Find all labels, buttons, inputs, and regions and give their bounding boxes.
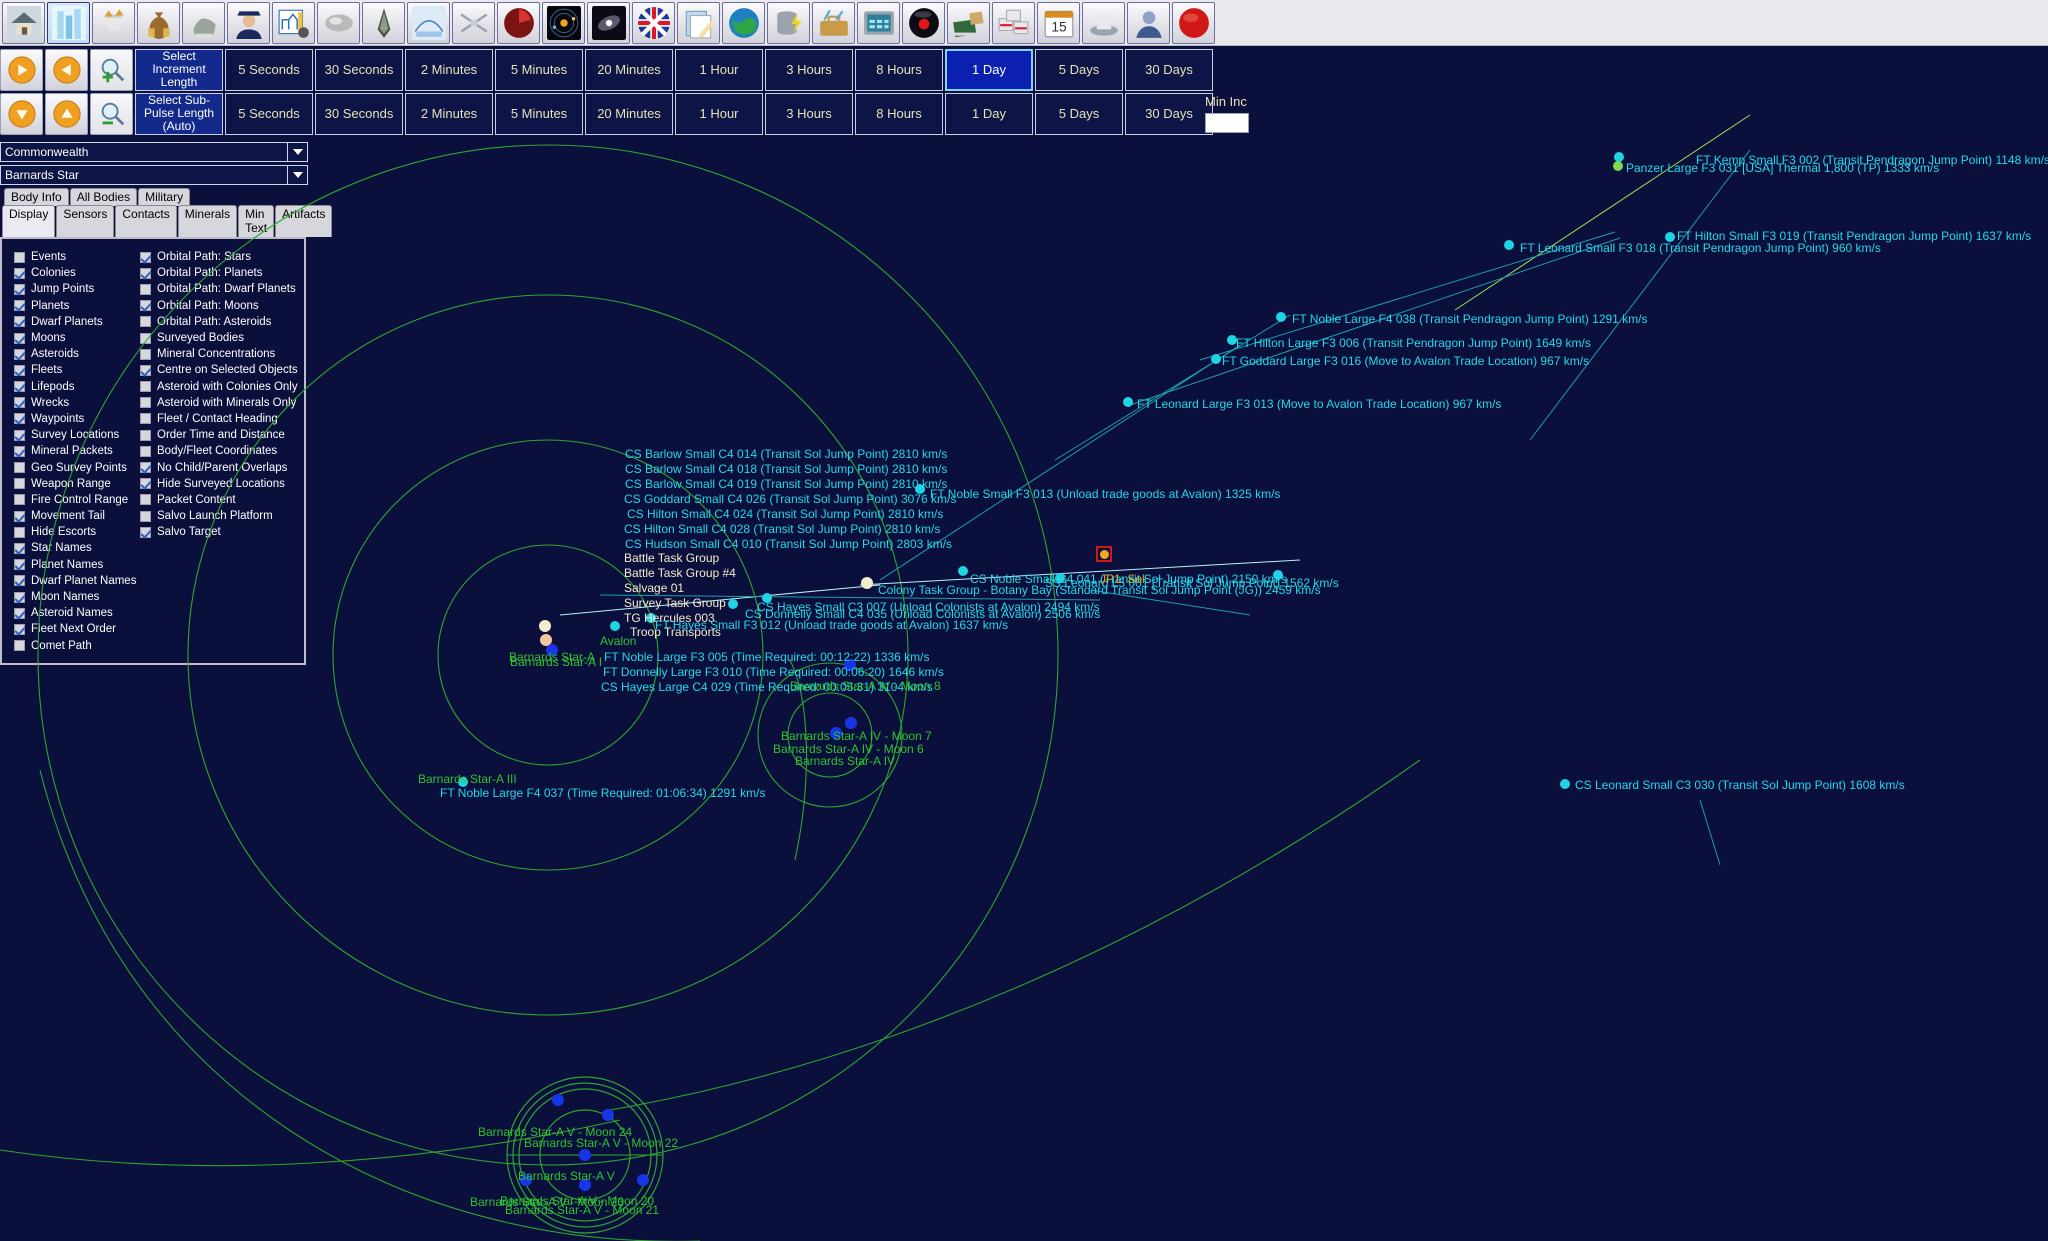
map-body-label[interactable]: Barnards Star-A V	[518, 1169, 615, 1183]
map-fleet-label[interactable]: CS Hilton Small C4 028 (Transit Sol Jump…	[624, 522, 940, 536]
map-fleet-label[interactable]: CS Leonard Small C3 030 (Transit Sol Jum…	[1575, 778, 1905, 792]
map-fleet-label[interactable]: CS Hilton Small C4 024 (Transit Sol Jump…	[627, 507, 943, 521]
map-fleet-label[interactable]: FT Noble Small F3 013 (Unload trade good…	[930, 487, 1280, 501]
map-fleet-label[interactable]: Battle Task Group #4	[624, 566, 736, 580]
map-fleet-label[interactable]: CS Hudson Small C4 010 (Transit Sol Jump…	[625, 537, 952, 551]
map-fleet-label[interactable]: Survey Task Group	[624, 596, 726, 610]
map-body-label[interactable]: Barnards Star-A IV - Moon 8	[790, 679, 941, 693]
map-fleet-label[interactable]: Salvage 01	[624, 581, 684, 595]
map-body-label[interactable]: Barnards Star-A V - Moon 21	[505, 1203, 659, 1217]
jump-point-dot-icon	[1099, 549, 1109, 559]
map-fleet-label[interactable]: FT Noble Large F4 038 (Transit Pendragon…	[1292, 312, 1648, 326]
map-body-label[interactable]: Barnards Star-A V - Moon 22	[524, 1136, 678, 1150]
map-fleet-label[interactable]: CS Goddard Small C4 026 (Transit Sol Jum…	[624, 492, 956, 506]
map-body-label[interactable]: Avalon	[600, 634, 636, 648]
map-fleet-label[interactable]: CS Barlow Small C4 014 (Transit Sol Jump…	[625, 447, 947, 461]
map-fleet-label[interactable]: Panzer Large F3 031 [USA] Thermal 1,800 …	[1626, 161, 1939, 175]
map-fleet-label[interactable]: FT Leonard Small F3 018 (Transit Pendrag…	[1520, 241, 1881, 255]
map-fleet-label[interactable]: FT Leonard Large F3 013 (Move to Avalon …	[1137, 397, 1501, 411]
map-body-label[interactable]: Barnards Star-A III	[418, 772, 517, 786]
map-fleet-label[interactable]: FT Hilton Large F3 006 (Transit Pendrago…	[1236, 336, 1591, 350]
map-fleet-label[interactable]: FT Hayes Small F3 012 (Unload trade good…	[655, 618, 1008, 632]
map-body-label[interactable]: Barnards Star-A IV - Moon 7	[781, 729, 932, 743]
map-fleet-label[interactable]: CS Barlow Small C4 018 (Transit Sol Jump…	[625, 462, 947, 476]
map-fleet-label[interactable]: FT Noble Large F3 005 (Time Required: 00…	[604, 650, 930, 664]
jump-point-label: JP1: Sol	[1100, 572, 1145, 586]
map-body-label[interactable]: Barnards Star-A	[509, 650, 595, 664]
jump-point-marker[interactable]	[1096, 546, 1112, 562]
map-fleet-label[interactable]: Battle Task Group	[624, 551, 719, 565]
map-fleet-label[interactable]: FT Donnelly Large F3 010 (Time Required:…	[603, 665, 944, 679]
map-label-layer: FT Kemp Small F3 002 (Transit Pendragon …	[0, 0, 2048, 1241]
system-map-window: 15 Select Increment Length 5 Seconds 30 Se…	[0, 0, 2048, 1241]
map-fleet-label[interactable]: CS Barlow Small C4 019 (Transit Sol Jump…	[625, 477, 947, 491]
map-fleet-label[interactable]: FT Goddard Large F3 016 (Move to Avalon …	[1222, 354, 1589, 368]
map-fleet-label[interactable]: FT Noble Large F4 037 (Time Required: 01…	[440, 786, 766, 800]
map-body-label[interactable]: Barnards Star-A IV	[795, 754, 895, 768]
